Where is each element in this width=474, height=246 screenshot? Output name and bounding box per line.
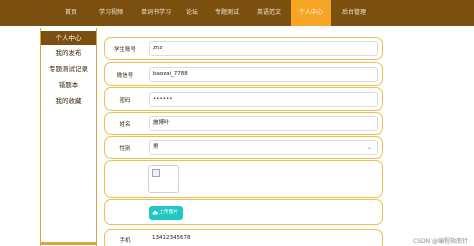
nav-home[interactable]: 首页: [53, 0, 89, 26]
cloud-upload-icon: [152, 210, 158, 215]
chevron-down-icon: ⌄: [366, 144, 372, 151]
sidebar-bottom-bar: [41, 242, 96, 245]
upload-image-label: 上传图片: [159, 210, 179, 215]
sidebar-item-my-posts[interactable]: 我的发布: [41, 48, 96, 58]
form-row-gender: 性别 男 ⌄: [104, 136, 383, 159]
phone-field[interactable]: 13412345678: [149, 232, 378, 246]
sidebar: 个人中心 我的发布 专题测试记录 错题本 我的收藏: [40, 28, 97, 246]
sidebar-item-test-records[interactable]: 专题测试记录: [41, 64, 96, 74]
form-row-student-no: 学生账号 znz: [104, 37, 383, 60]
nav-wordbook[interactable]: 单词书学习: [133, 0, 179, 26]
form-row-phone: 手机 13412345678: [104, 229, 383, 246]
form-row-wechat: 微信号 baozai_7788: [104, 62, 383, 86]
nav-english-essays[interactable]: 英语范文: [249, 0, 289, 26]
wechat-label: 微信号: [116, 73, 134, 79]
form-row-upload: 上传图片: [104, 199, 383, 225]
form-row-name: 姓名 施博叶: [104, 112, 383, 135]
gender-value: 男: [153, 144, 159, 150]
name-field[interactable]: 施博叶: [149, 116, 378, 131]
broken-image-icon: [152, 169, 160, 177]
nav-topic-test[interactable]: 专题测试: [207, 0, 247, 26]
student-no-field[interactable]: znz: [149, 41, 378, 56]
upload-image-button[interactable]: 上传图片: [149, 206, 183, 220]
top-navigation: 首页 学习视频 单词书学习 论坛 专题测试 英语范文 个人中心 后台管理: [0, 0, 474, 26]
gender-select[interactable]: 男 ⌄: [149, 140, 378, 155]
watermark: CSDN @编程指南针: [412, 238, 468, 245]
nav-personal-center[interactable]: 个人中心: [291, 0, 331, 26]
form-row-avatar: [104, 160, 383, 198]
phone-label: 手机: [119, 238, 131, 244]
wechat-field[interactable]: baozai_7788: [149, 67, 378, 82]
password-field[interactable]: ••••••: [149, 92, 378, 107]
sidebar-header: 个人中心: [41, 31, 96, 45]
avatar-preview: [148, 165, 179, 193]
sidebar-item-favorites[interactable]: 我的收藏: [41, 96, 96, 106]
nav-forum[interactable]: 论坛: [180, 0, 204, 26]
password-label: 密码: [119, 98, 131, 104]
nav-admin[interactable]: 后台管理: [333, 0, 375, 26]
nav-learning-videos[interactable]: 学习视频: [90, 0, 132, 26]
gender-label: 性别: [119, 146, 131, 152]
personal-center-page: 首页 学习视频 单词书学习 论坛 专题测试 英语范文 个人中心 后台管理 个人中…: [0, 0, 474, 246]
name-label: 姓名: [119, 122, 131, 128]
sidebar-item-mistake-book[interactable]: 错题本: [41, 80, 96, 90]
student-no-label: 学生账号: [113, 47, 136, 53]
form-row-password: 密码 ••••••: [104, 87, 383, 111]
